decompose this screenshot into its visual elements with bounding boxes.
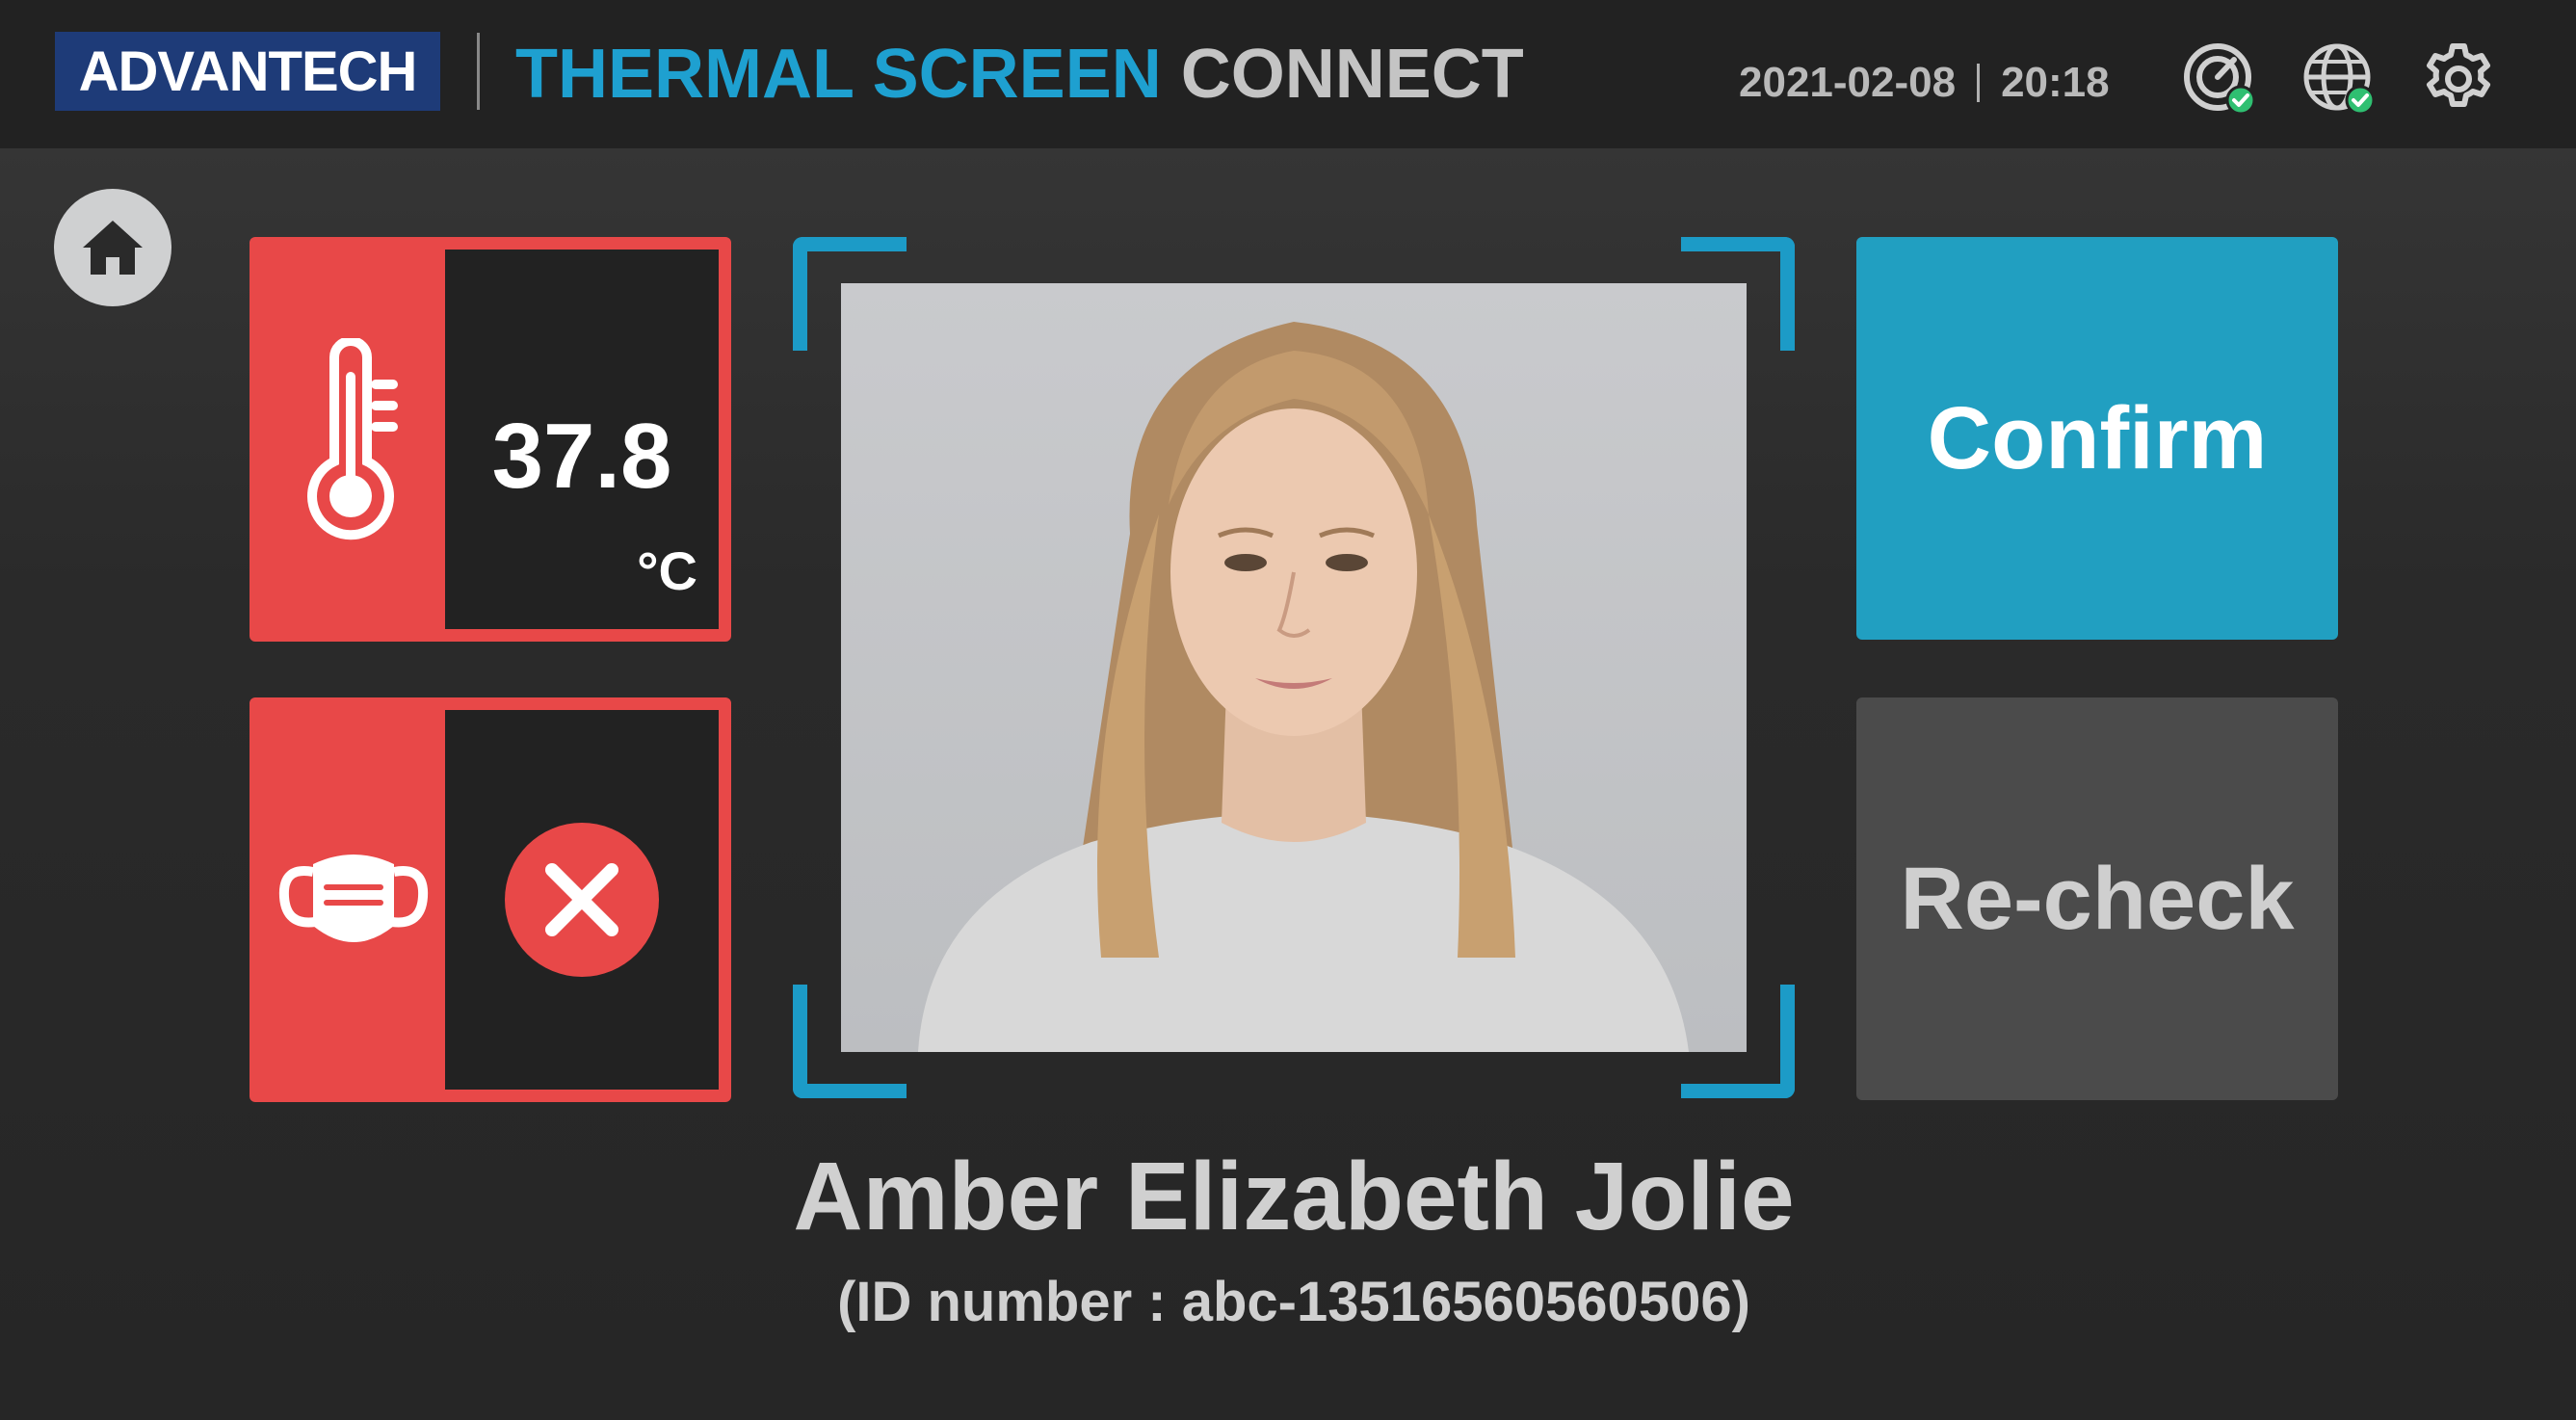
app-title-part1: THERMAL SCREEN (515, 36, 1162, 113)
network-status-icon[interactable] (2300, 40, 2378, 118)
x-close-icon (505, 823, 659, 977)
temperature-unit: °C (637, 540, 697, 601)
person-id: (ID number : abc-13516560560506) (837, 1271, 1750, 1333)
date-time: 2021-02-08 20:18 (1739, 54, 2110, 112)
thermometer-icon (307, 338, 398, 540)
mask-status (445, 710, 719, 1090)
face-mask-icon (278, 855, 429, 942)
date-time-separator (1977, 64, 1981, 102)
temperature-card: 37.8 °C (250, 237, 731, 642)
header-divider (477, 33, 480, 110)
recheck-button[interactable]: Re-check (1856, 697, 2338, 1100)
person-name: Amber Elizabeth Jolie (793, 1143, 1795, 1250)
advantech-logo: ADVANTECH (55, 32, 440, 111)
date-text: 2021-02-08 (1739, 59, 1957, 106)
camera-status-icon[interactable] (2181, 40, 2258, 118)
temperature-icon-panel (262, 250, 445, 629)
mask-icon-panel (262, 710, 445, 1090)
time-text: 20:18 (2001, 59, 2110, 106)
temperature-value: 37.8 (491, 405, 672, 508)
home-icon (83, 221, 143, 275)
home-button[interactable] (54, 189, 171, 306)
app-title: THERMAL SCREEN CONNECT (515, 34, 1524, 115)
app-title-part2: CONNECT (1180, 36, 1524, 113)
confirm-button[interactable]: Confirm (1856, 237, 2338, 640)
face-photo (841, 283, 1747, 1052)
settings-gear-icon[interactable] (2420, 40, 2497, 118)
mask-card (250, 697, 731, 1102)
